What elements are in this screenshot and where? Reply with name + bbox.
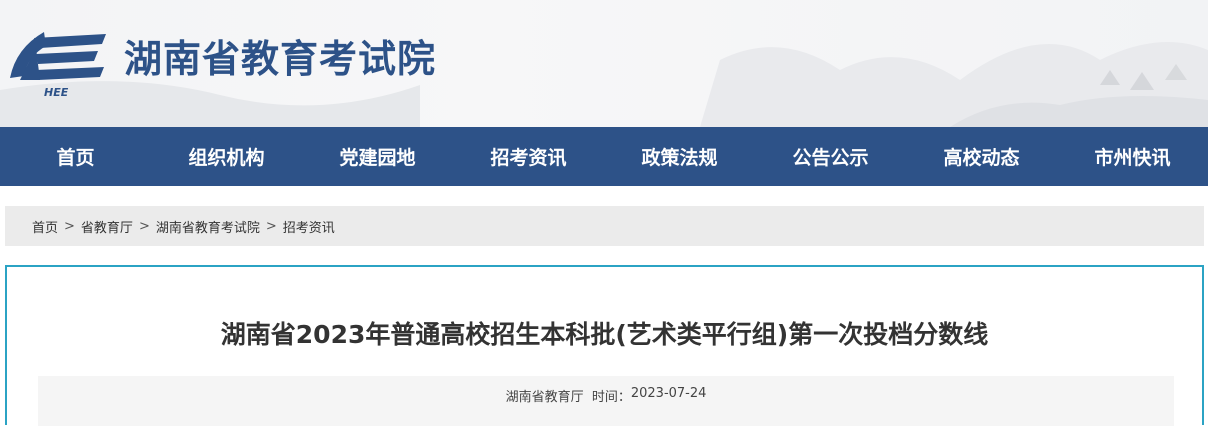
- breadcrumb: 首页 > 省教育厅 > 湖南省教育考试院 > 招考资讯: [5, 206, 1204, 246]
- breadcrumb-home[interactable]: 首页: [32, 217, 58, 236]
- nav-item-organization[interactable]: 组织机构: [151, 127, 302, 186]
- article-meta: 湖南省教育厅 时间： 2023-07-24: [38, 376, 1174, 426]
- breadcrumb-separator: >: [138, 218, 150, 234]
- nav-item-party-building[interactable]: 党建园地: [302, 127, 453, 186]
- site-logo[interactable]: HEE: [6, 18, 116, 100]
- article-container: 湖南省2023年普通高校招生本科批(艺术类平行组)第一次投档分数线 湖南省教育厅…: [5, 265, 1204, 426]
- breadcrumb-admission-news[interactable]: 招考资讯: [283, 217, 335, 236]
- nav-item-university-news[interactable]: 高校动态: [906, 127, 1057, 186]
- logo-mark-icon: HEE: [10, 32, 106, 99]
- nav-item-announcements[interactable]: 公告公示: [755, 127, 906, 186]
- article-source: 湖南省教育厅: [505, 390, 584, 405]
- article-time: 2023-07-24: [630, 386, 707, 401]
- breadcrumb-separator: >: [64, 218, 75, 234]
- svg-text:HEE: HEE: [44, 86, 69, 99]
- main-nav: 首页 组织机构 党建园地 招考资讯 政策法规 公告公示 高校动态 市州快讯: [0, 127, 1208, 186]
- article-title: 湖南省2023年普通高校招生本科批(艺术类平行组)第一次投档分数线: [220, 320, 989, 349]
- nav-item-city-news[interactable]: 市州快讯: [1057, 127, 1208, 186]
- breadcrumb-separator: >: [265, 218, 277, 234]
- nav-item-policies[interactable]: 政策法规: [604, 127, 755, 186]
- nav-item-admission-news[interactable]: 招考资讯: [453, 127, 604, 186]
- header-banner: HEE 湖南省教育考试院: [0, 0, 1208, 127]
- nav-item-home[interactable]: 首页: [0, 127, 151, 186]
- breadcrumb-exam-authority[interactable]: 湖南省教育考试院: [156, 217, 260, 236]
- site-title: 湖南省教育考试院: [124, 37, 437, 81]
- article-time-label: 时间：: [591, 390, 631, 405]
- breadcrumb-education-dept[interactable]: 省教育厅: [81, 217, 133, 236]
